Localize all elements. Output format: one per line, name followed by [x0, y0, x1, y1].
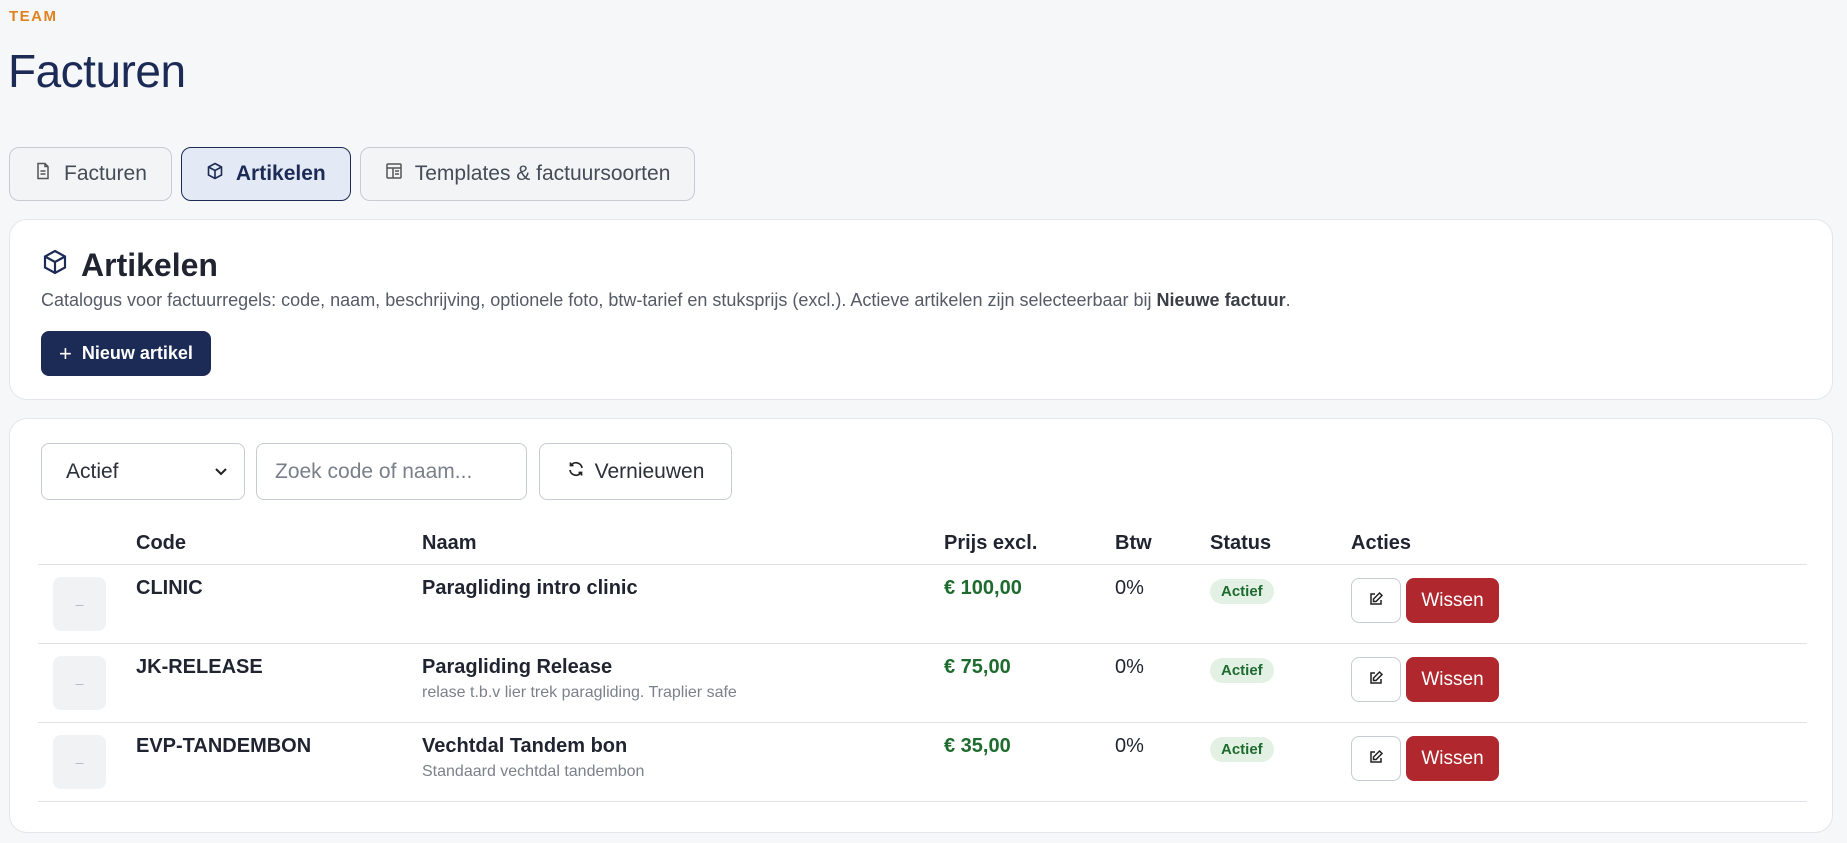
tab-label: Facturen	[64, 162, 147, 185]
section-eyebrow: TEAM	[9, 8, 58, 25]
article-vat: 0%	[1115, 577, 1144, 599]
article-thumbnail: –	[53, 656, 106, 710]
tab-templates[interactable]: Templates & factuursoorten	[359, 147, 696, 201]
edit-button[interactable]	[1351, 657, 1401, 702]
refresh-label: Vernieuwen	[594, 459, 705, 483]
tab-label: Artikelen	[235, 162, 326, 185]
description-suffix: .	[1285, 290, 1291, 310]
column-header-prijs[interactable]: Prijs excl.	[944, 532, 1037, 555]
new-article-label: Nieuw artikel	[81, 343, 193, 363]
column-header-code[interactable]: Code	[136, 532, 186, 555]
box-icon	[206, 162, 224, 186]
article-price: € 100,00	[944, 577, 1022, 599]
column-header-naam[interactable]: Naam	[422, 532, 476, 555]
tab-label: Templates & factuursoorten	[414, 162, 671, 185]
edit-button[interactable]	[1351, 736, 1401, 781]
page-title: Facturen	[8, 45, 186, 97]
table-row: – EVP-TANDEMBON Vechtdal Tandem bon Stan…	[38, 723, 1807, 802]
tab-facturen[interactable]: Facturen	[9, 147, 172, 201]
card-description: Catalogus voor factuurregels: code, naam…	[41, 290, 1291, 311]
article-description: relase t.b.v lier trek paragliding. Trap…	[422, 684, 737, 701]
search-input[interactable]	[256, 443, 527, 500]
box-icon	[41, 247, 69, 284]
articles-table: Code Naam Prijs excl. Btw Status Acties …	[38, 519, 1807, 802]
article-price: € 35,00	[944, 735, 1011, 757]
artikelen-list-card: Actief Vernieuwen Code Naam Prijs excl. …	[9, 418, 1833, 833]
article-thumbnail: –	[53, 735, 106, 789]
article-name: Vechtdal Tandem bon	[422, 735, 628, 757]
article-vat: 0%	[1115, 735, 1144, 757]
article-thumbnail: –	[53, 577, 106, 631]
tab-bar: Facturen Artikelen Templates & factuurso…	[9, 147, 696, 201]
article-name: Paragliding Release	[422, 656, 613, 678]
article-code: JK-RELEASE	[136, 656, 263, 678]
status-filter-value: Actief	[66, 459, 119, 483]
status-badge: Actief	[1210, 579, 1274, 604]
article-price: € 75,00	[944, 656, 1011, 678]
artikelen-info-card: Artikelen Catalogus voor factuurregels: …	[9, 219, 1833, 400]
article-vat: 0%	[1115, 656, 1144, 678]
new-article-button[interactable]: + Nieuw artikel	[41, 331, 211, 376]
card-title: Artikelen	[41, 247, 218, 284]
table-row: – JK-RELEASE Paragliding Release relase …	[38, 644, 1807, 723]
document-icon	[34, 162, 52, 186]
description-bold: Nieuwe factuur	[1156, 290, 1286, 310]
table-header: Code Naam Prijs excl. Btw Status Acties	[38, 519, 1807, 565]
refresh-button[interactable]: Vernieuwen	[539, 443, 732, 500]
refresh-icon	[567, 460, 585, 484]
card-title-text: Artikelen	[81, 247, 218, 283]
edit-button[interactable]	[1351, 578, 1401, 623]
status-filter-select[interactable]: Actief	[41, 443, 245, 500]
plus-icon: +	[59, 340, 72, 366]
delete-button[interactable]: Wissen	[1406, 736, 1499, 781]
column-header-btw[interactable]: Btw	[1115, 532, 1152, 555]
column-header-status[interactable]: Status	[1210, 532, 1271, 555]
article-code: CLINIC	[136, 577, 203, 599]
article-name: Paragliding intro clinic	[422, 577, 638, 599]
status-badge: Actief	[1210, 658, 1274, 683]
chevron-down-icon	[214, 460, 228, 484]
delete-button[interactable]: Wissen	[1406, 578, 1499, 623]
template-icon	[385, 162, 403, 186]
table-row: – CLINIC Paragliding intro clinic € 100,…	[38, 565, 1807, 644]
article-code: EVP-TANDEMBON	[136, 735, 312, 757]
article-description: Standaard vechtdal tandembon	[422, 763, 645, 780]
description-text: Catalogus voor factuurregels: code, naam…	[41, 290, 1157, 310]
tab-artikelen[interactable]: Artikelen	[180, 147, 351, 201]
edit-icon	[1368, 670, 1384, 689]
page: TEAM Facturen Facturen Artikelen Templat…	[0, 0, 1847, 843]
delete-button[interactable]: Wissen	[1406, 657, 1499, 702]
edit-icon	[1368, 749, 1384, 768]
status-badge: Actief	[1210, 737, 1274, 762]
column-header-acties: Acties	[1351, 532, 1412, 554]
edit-icon	[1368, 591, 1384, 610]
